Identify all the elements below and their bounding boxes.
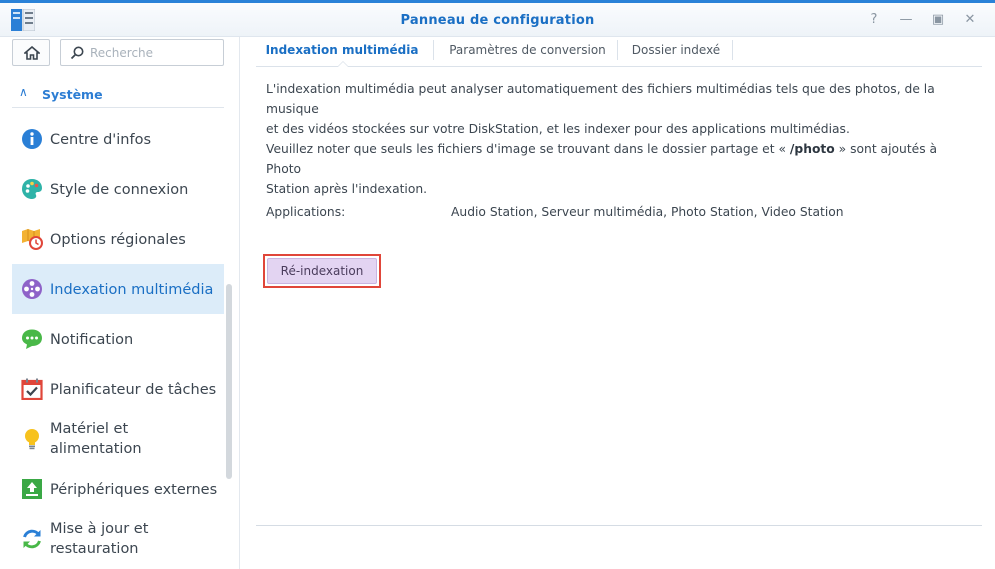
description-line-1: L'indexation multimédia peut analyser au… [266, 82, 935, 116]
sidebar: ∧ Système Centre d'infos Style de connex… [0, 37, 240, 569]
home-icon [24, 46, 40, 60]
info-icon [21, 128, 43, 150]
sidebar-item-label: Matériel et alimentation [50, 419, 142, 459]
tab-parametres-conversion[interactable]: Paramètres de conversion [437, 37, 618, 67]
label-line-1: Mise à jour et [50, 521, 149, 537]
tab-divider [732, 40, 733, 60]
sidebar-item-mise-a-jour-restauration[interactable]: Mise à jour et restauration [12, 514, 224, 564]
calendar-check-icon [21, 378, 43, 401]
sidebar-scrollbar[interactable] [226, 284, 232, 479]
maximize-icon[interactable]: ▣ [930, 12, 946, 28]
upload-device-icon [21, 478, 43, 500]
section-systeme[interactable]: ∧ Système [12, 82, 224, 108]
sidebar-item-label: Options régionales [50, 232, 186, 248]
sidebar-item-label: Périphériques externes [50, 482, 218, 498]
sidebar-item-label: Mise à jour et restauration [50, 519, 148, 559]
sidebar-item-label: Style de connexion [50, 182, 189, 198]
lightbulb-icon [21, 428, 43, 450]
sidebar-item-peripheriques-externes[interactable]: Périphériques externes [12, 464, 224, 514]
search-field[interactable] [60, 39, 224, 66]
sidebar-item-centre-infos[interactable]: Centre d'infos [12, 114, 224, 164]
sidebar-item-notification[interactable]: Notification [12, 314, 224, 364]
section-label: Système [42, 87, 103, 102]
label-line-2: restauration [50, 541, 139, 557]
title-bar: Panneau de configuration ? — ▣ ✕ [0, 0, 995, 37]
description-line-2: et des vidéos stockées sur votre DiskSta… [266, 122, 850, 136]
reindex-highlight-box: Ré-indexation [263, 254, 381, 288]
sidebar-item-label: Notification [50, 332, 134, 348]
map-clock-icon [21, 228, 43, 250]
sidebar-item-options-regionales[interactable]: Options régionales [12, 214, 224, 264]
home-button[interactable] [12, 39, 50, 66]
minimize-icon[interactable]: — [898, 12, 914, 28]
note-line-2: Station après l'indexation. [266, 182, 428, 196]
note-text-part-1: Veuillez noter que seuls les fichiers d'… [266, 142, 790, 156]
sidebar-item-label: Planificateur de tâches [50, 382, 217, 398]
photo-folder-name: /photo [789, 142, 835, 156]
active-tab-pointer [337, 61, 349, 67]
sidebar-item-label: Indexation multimédia [50, 282, 214, 298]
photo-note-paragraph: Veuillez noter que seuls les fichiers d'… [266, 139, 976, 199]
chat-bubble-icon [21, 328, 43, 350]
footer-divider [256, 525, 982, 526]
description-paragraph: L'indexation multimédia peut analyser au… [266, 79, 976, 139]
refresh-icon [21, 528, 43, 550]
help-icon[interactable]: ? [866, 12, 882, 28]
label-line-2: alimentation [50, 441, 142, 457]
applications-value: Audio Station, Serveur multimédia, Photo… [451, 205, 844, 219]
reindex-button[interactable]: Ré-indexation [267, 258, 377, 284]
sidebar-item-label: Centre d'infos [50, 132, 152, 148]
tab-divider [433, 40, 434, 60]
applications-label: Applications: [266, 205, 346, 219]
close-icon[interactable]: ✕ [962, 12, 978, 28]
film-reel-icon [21, 278, 43, 300]
tab-divider [617, 40, 618, 60]
tab-bar: Indexation multimédia Paramètres de conv… [256, 37, 982, 67]
tab-dossier-indexe[interactable]: Dossier indexé [621, 37, 731, 67]
sidebar-item-indexation-multimedia[interactable]: Indexation multimédia [12, 264, 224, 314]
palette-icon [21, 178, 43, 200]
sidebar-item-materiel-alimentation[interactable]: Matériel et alimentation [12, 414, 224, 464]
window-title: Panneau de configuration [400, 13, 595, 28]
sidebar-item-style-connexion[interactable]: Style de connexion [12, 164, 224, 214]
search-icon [70, 46, 84, 60]
label-line-1: Matériel et [50, 421, 129, 437]
search-input[interactable] [90, 44, 218, 62]
sidebar-item-planificateur-taches[interactable]: Planificateur de tâches [12, 364, 224, 414]
chevron-up-icon: ∧ [19, 85, 28, 99]
